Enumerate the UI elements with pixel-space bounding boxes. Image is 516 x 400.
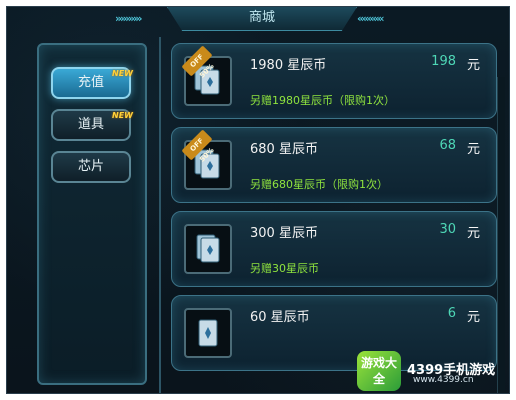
tab-recharge[interactable]: 充值 NEW [51, 67, 133, 99]
card-icon [184, 308, 232, 358]
product-row[interactable]: OFF 50% 680 星辰币 68 元 另赠680星辰币（限购1次） [171, 127, 497, 203]
category-sidebar: 充值 NEW 道具 NEW 芯片 [37, 43, 147, 385]
product-list: OFF 50% 1980 星辰币 198 元 另赠1980星辰币（限购1次） O… [159, 37, 507, 393]
watermark-logo: 游戏大全 4399手机游戏 www.4399.cn [357, 351, 507, 391]
scrollbar[interactable] [497, 77, 505, 393]
shop-window: »»»»» 商城 ««««« 充值 NEW 道具 NEW 芯片 OFF 50% [6, 6, 510, 394]
product-name: 60 星辰币 [250, 310, 310, 325]
watermark-mark: 游戏大全 [357, 351, 401, 391]
product-row[interactable]: OFF 50% 1980 星辰币 198 元 另赠1980星辰币（限购1次） [171, 43, 497, 119]
tab-label: 芯片 [77, 159, 104, 174]
tab-items[interactable]: 道具 NEW [51, 109, 133, 141]
product-price: 198 [431, 54, 456, 69]
bonus-text: 另赠680星辰币（限购1次） [250, 178, 388, 191]
watermark-url: www.4399.cn [413, 375, 474, 385]
chevrons-right-icon: ««««« [357, 12, 384, 25]
product-name: 300 星辰币 [250, 226, 318, 241]
product-name: 1980 星辰币 [250, 58, 327, 73]
card-icon [184, 224, 232, 274]
chevrons-left-icon: »»»»» [115, 12, 142, 25]
currency-label: 元 [466, 226, 480, 241]
card-pack-icon: OFF 50% [181, 45, 232, 106]
product-name: 680 星辰币 [250, 142, 318, 157]
new-badge: NEW [112, 111, 133, 120]
currency-label: 元 [466, 58, 480, 73]
tab-chips[interactable]: 芯片 [51, 151, 131, 183]
discount-badge: OFF 50% [181, 129, 216, 164]
product-price: 6 [447, 306, 456, 321]
card-pack-icon: OFF 50% [181, 129, 232, 190]
currency-label: 元 [466, 310, 480, 325]
product-price: 30 [439, 222, 456, 237]
new-badge: NEW [112, 69, 133, 78]
product-row[interactable]: 300 星辰币 30 元 另赠30星辰币 [171, 211, 497, 287]
bonus-text: 另赠30星辰币 [250, 262, 319, 275]
tab-label: 道具 [77, 117, 104, 132]
product-price: 68 [439, 138, 456, 153]
currency-label: 元 [466, 142, 480, 157]
title-bar: »»»»» 商城 ««««« [7, 7, 509, 33]
page-title: 商城 [167, 7, 357, 31]
tab-label: 充值 [77, 75, 104, 90]
bonus-text: 另赠1980星辰币（限购1次） [250, 94, 395, 107]
discount-badge: OFF 50% [181, 45, 216, 80]
